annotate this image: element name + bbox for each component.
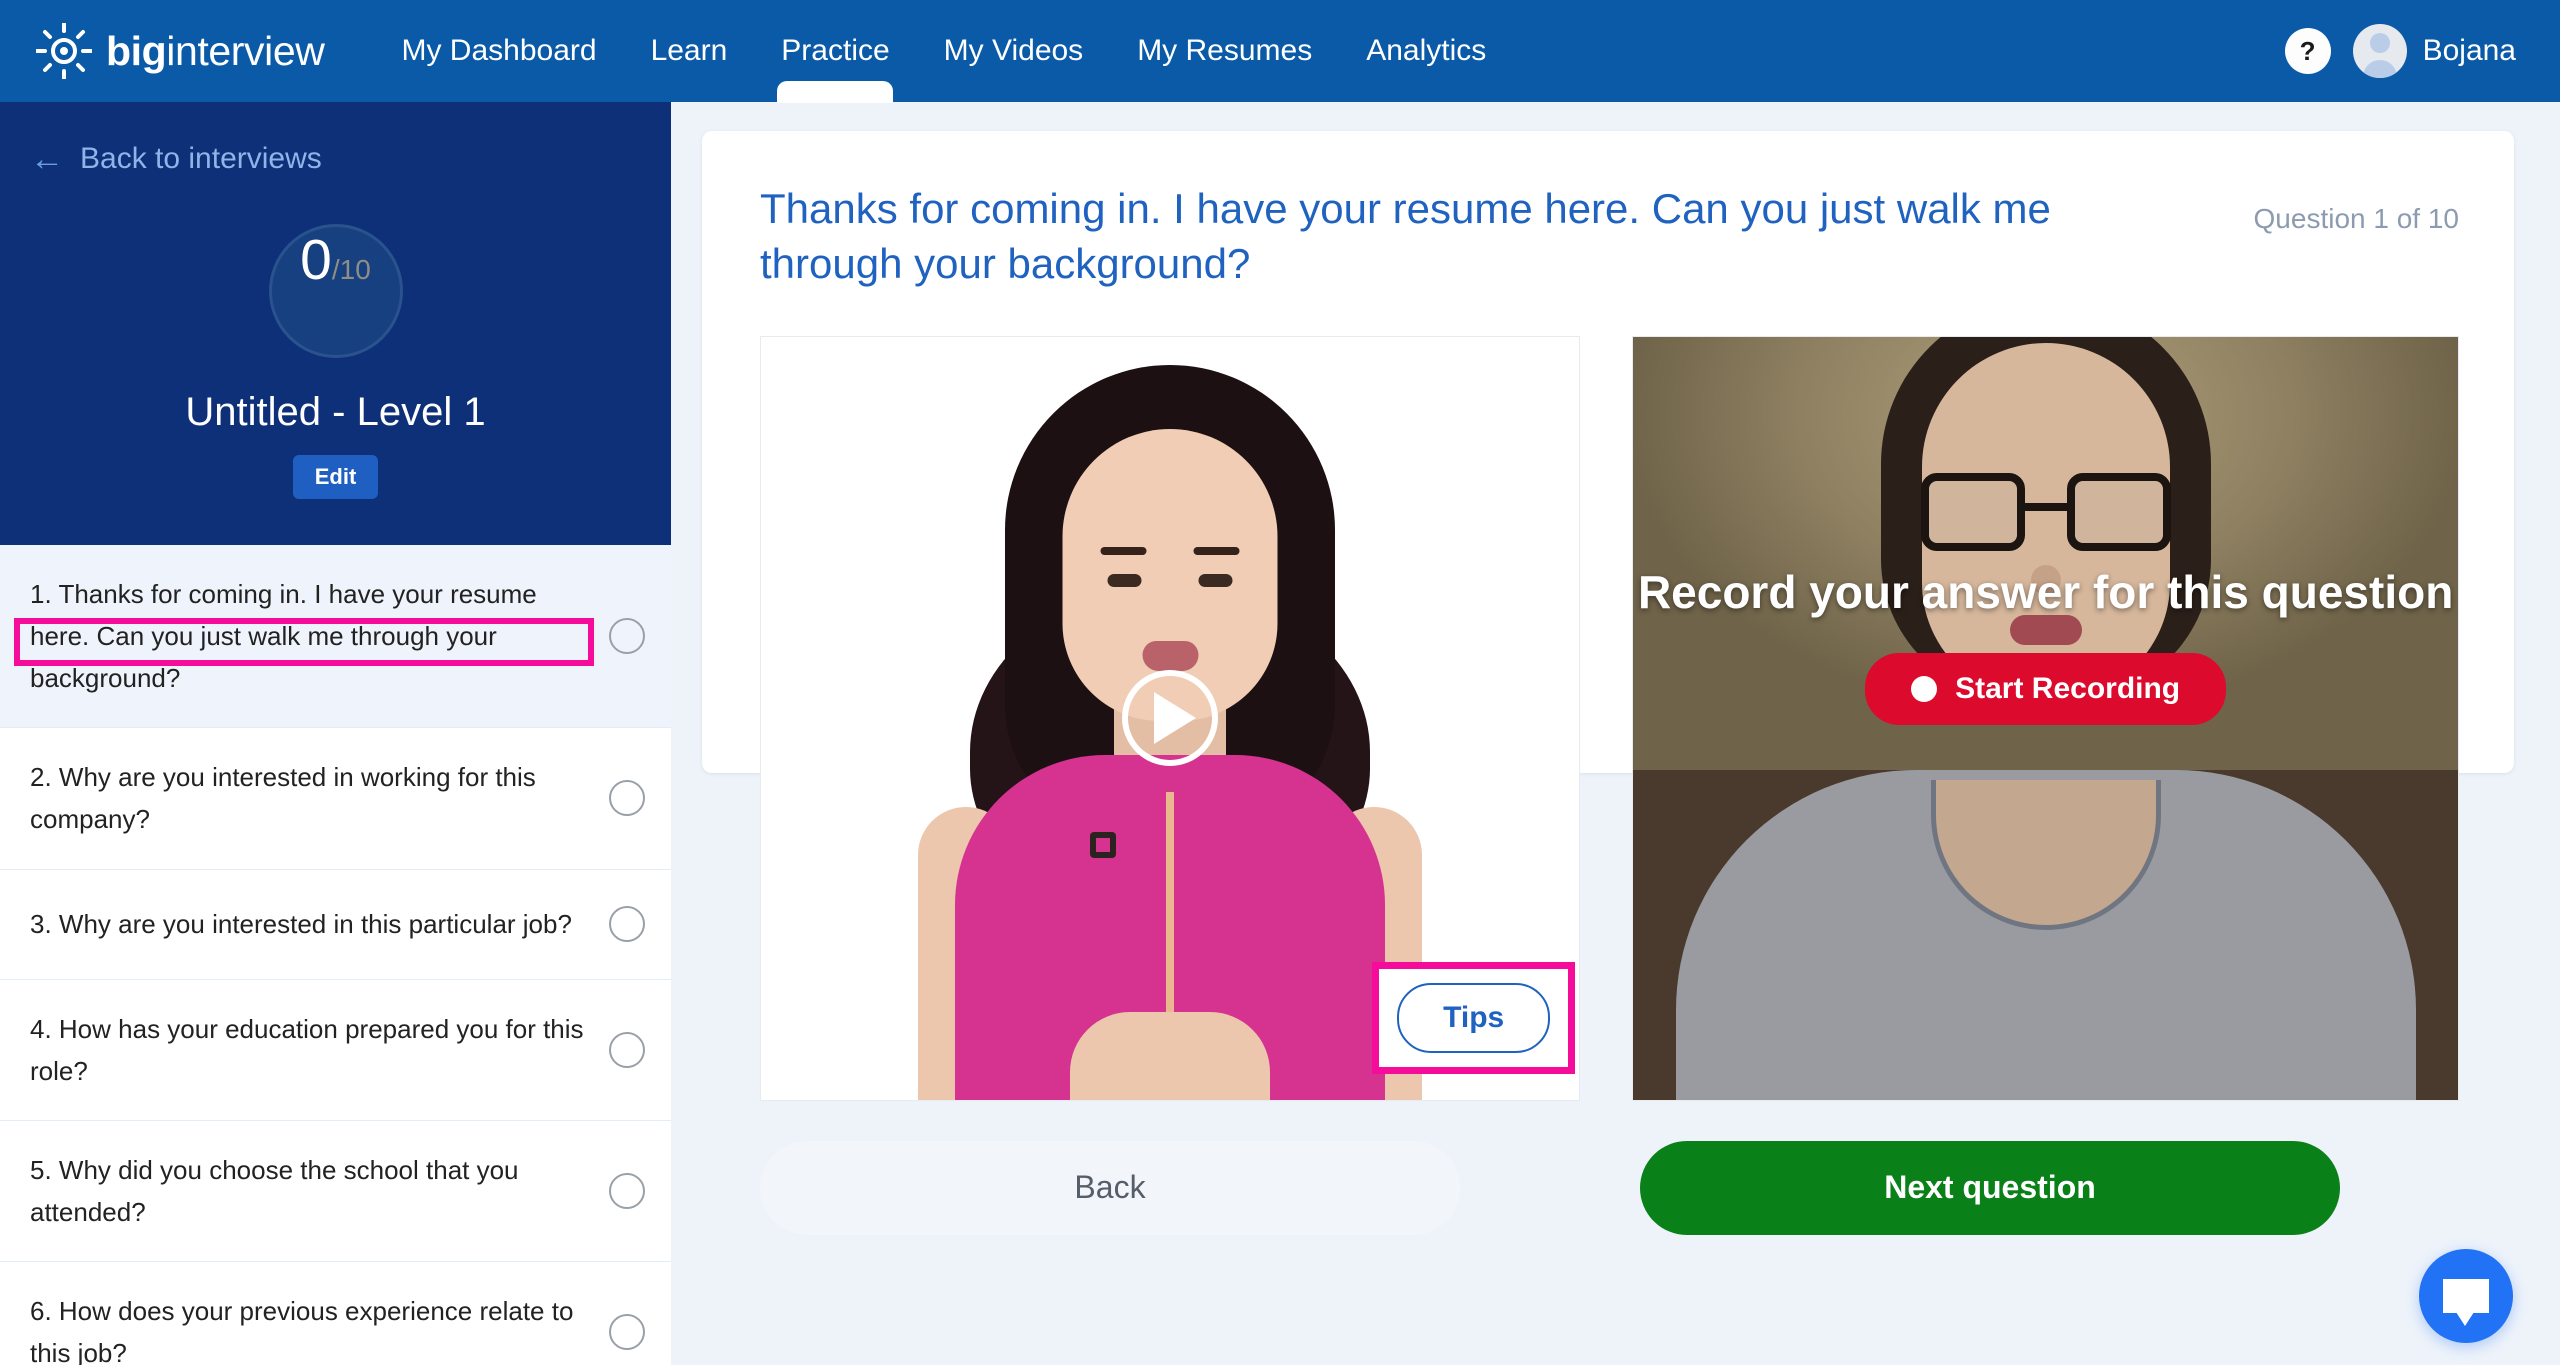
navigation-buttons: Back Next question [760, 1140, 2459, 1235]
question-status-radio[interactable] [609, 618, 645, 655]
brand-logo[interactable]: biginterview [35, 22, 325, 80]
user-name-label: Bojana [2422, 34, 2516, 67]
question-header: Thanks for coming in. I have your resume… [760, 181, 2459, 292]
back-button[interactable]: Back [760, 1140, 1460, 1235]
question-list-item-4[interactable]: 4. How has your education prepared you f… [0, 980, 671, 1121]
brand-name: biginterview [106, 27, 325, 75]
start-recording-label: Start Recording [1955, 671, 2181, 705]
question-status-radio[interactable] [609, 906, 645, 943]
question-list-item-1[interactable]: 1. Thanks for coming in. I have your res… [0, 545, 671, 729]
record-answer-panel[interactable]: Record your answer for this question Sta… [1632, 335, 2459, 1101]
question-list-item-2[interactable]: 2. Why are you interested in working for… [0, 728, 671, 870]
header-actions: ? Bojana [2284, 24, 2516, 78]
interview-title: Untitled - Level 1 [185, 390, 486, 434]
question-text: 3. Why are you interested in this partic… [30, 908, 572, 939]
nav-item-my-videos[interactable]: My Videos [917, 0, 1111, 102]
arrow-left-icon: ← [30, 140, 64, 178]
main-content: Thanks for coming in. I have your resume… [671, 102, 2560, 1365]
question-status-radio[interactable] [609, 1031, 645, 1068]
question-status-radio[interactable] [609, 780, 645, 817]
chat-support-button[interactable] [2419, 1249, 2513, 1343]
question-list-item-6[interactable]: 6. How does your previous experience rel… [0, 1262, 671, 1365]
next-question-button[interactable]: Next question [1640, 1140, 2340, 1235]
question-list-item-5[interactable]: 5. Why did you choose the school that yo… [0, 1121, 671, 1262]
play-icon[interactable] [1122, 670, 1219, 767]
question-text: 4. How has your education prepared you f… [30, 1013, 584, 1086]
progress-score-circle: 0 /10 [268, 224, 403, 358]
nav-item-practice[interactable]: Practice [754, 0, 916, 102]
interview-sidebar: ← Back to interviews 0 /10 Untitled - Le… [0, 102, 671, 1365]
logo-bold-text: big [106, 27, 167, 74]
back-to-interviews-link[interactable]: ← Back to interviews [30, 142, 671, 176]
edit-button[interactable]: Edit [292, 455, 379, 499]
user-menu[interactable]: Bojana [2352, 24, 2516, 78]
score-value: 0 [300, 228, 332, 292]
question-status-radio[interactable] [609, 1314, 645, 1351]
nav-item-analytics[interactable]: Analytics [1339, 0, 1513, 102]
question-text: 1. Thanks for coming in. I have your res… [30, 579, 537, 694]
avatar [2352, 24, 2407, 78]
nav-item-my-dashboard[interactable]: My Dashboard [374, 0, 623, 102]
sample-video-player[interactable]: Tips [760, 335, 1581, 1101]
media-row: Tips Record your answer for this questio… [760, 335, 2459, 1101]
question-text: 5. Why did you choose the school that yo… [30, 1154, 519, 1227]
record-overlay: Record your answer for this question Sta… [1633, 337, 2458, 1100]
back-link-label: Back to interviews [80, 142, 322, 175]
logo-light-text: interview [166, 27, 325, 74]
start-recording-button[interactable]: Start Recording [1865, 652, 2227, 725]
question-list-item-3[interactable]: 3. Why are you interested in this partic… [0, 870, 671, 980]
record-prompt-title: Record your answer for this question [1637, 565, 2454, 618]
chat-bubble-icon [2443, 1279, 2489, 1326]
tips-button[interactable]: Tips [1397, 982, 1551, 1053]
page-title: Thanks for coming in. I have your resume… [760, 185, 2051, 288]
question-card: Thanks for coming in. I have your resume… [702, 131, 2514, 1235]
question-status-radio[interactable] [609, 1172, 645, 1209]
nav-item-my-resumes[interactable]: My Resumes [1110, 0, 1339, 102]
question-list: 1. Thanks for coming in. I have your res… [0, 545, 671, 1365]
main-nav: My Dashboard Learn Practice My Videos My… [374, 0, 1513, 102]
help-icon[interactable]: ? [2284, 28, 2331, 74]
sun-icon [35, 22, 93, 80]
question-text: 2. Why are you interested in working for… [30, 762, 536, 835]
question-counter: Question 1 of 10 [2253, 203, 2459, 234]
record-dot-icon [1911, 675, 1938, 702]
sidebar-header: ← Back to interviews 0 /10 Untitled - Le… [0, 102, 671, 545]
score-total: /10 [331, 254, 371, 285]
top-navigation-bar: biginterview My Dashboard Learn Practice… [0, 0, 2560, 102]
annotation-highlight-tips: Tips [1372, 961, 1576, 1074]
question-text: 6. How does your previous experience rel… [30, 1295, 574, 1365]
nav-item-learn[interactable]: Learn [624, 0, 755, 102]
